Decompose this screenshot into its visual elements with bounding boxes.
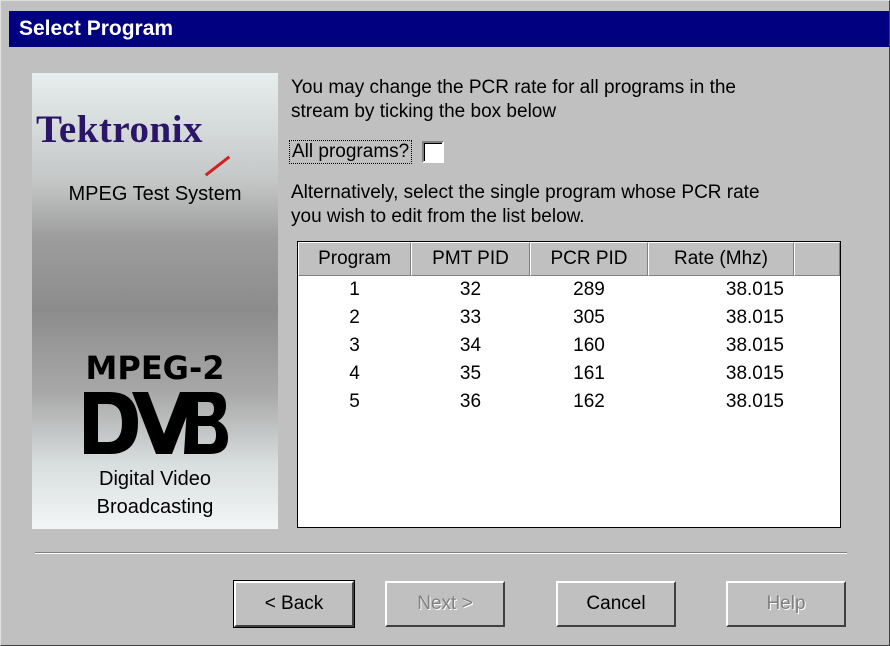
program-list[interactable]: Program PMT PID PCR PID Rate (Mhz) 1 32 … (297, 241, 841, 528)
next-button[interactable]: Next > (385, 581, 505, 627)
column-header-filler (794, 242, 840, 276)
alt-line1: Alternatively, select the single program… (291, 182, 760, 203)
cell-pcr-pid: 160 (573, 335, 605, 356)
help-button[interactable]: Help (726, 581, 846, 627)
back-button[interactable]: < Back (233, 580, 355, 628)
intro-line1: You may change the PCR rate for all prog… (291, 77, 736, 98)
list-header: Program PMT PID PCR PID Rate (Mhz) (298, 242, 840, 276)
cell-program: 2 (349, 307, 360, 328)
all-programs-label[interactable]: All programs? (289, 140, 413, 164)
cell-rate: 38.015 (725, 363, 784, 384)
column-header-program[interactable]: Program (298, 242, 411, 276)
table-row[interactable]: 4 35 161 38.015 (298, 360, 840, 388)
mpeg2-label: MPEG-2 (85, 349, 225, 387)
cell-pmt-pid: 35 (459, 363, 482, 384)
alternative-text: Alternatively, select the single program… (291, 181, 831, 229)
column-header-pmt-pid[interactable]: PMT PID (411, 242, 530, 276)
cancel-button[interactable]: Cancel (556, 581, 676, 627)
intro-text: You may change the PCR rate for all prog… (291, 76, 831, 124)
cell-rate: 38.015 (725, 307, 784, 328)
branding-panel: Tektronix MPEG Test System MPEG-2 Digita… (32, 73, 278, 529)
cell-program: 3 (349, 335, 360, 356)
cell-rate: 38.015 (725, 335, 784, 356)
all-programs-checkbox[interactable] (422, 141, 445, 163)
cell-program: 4 (349, 363, 360, 384)
dvb-caption-line1: Digital Video (99, 468, 211, 490)
logo-slash-icon (204, 155, 231, 177)
table-row[interactable]: 1 32 289 38.015 (298, 276, 840, 304)
dvb-caption-line2: Broadcasting (96, 496, 214, 518)
table-row[interactable]: 3 34 160 38.015 (298, 332, 840, 360)
cell-pcr-pid: 305 (573, 307, 605, 328)
tektronix-logo: Tektronix (36, 108, 204, 151)
column-header-rate[interactable]: Rate (Mhz) (648, 242, 794, 276)
table-row[interactable]: 2 33 305 38.015 (298, 304, 840, 332)
cell-pcr-pid: 161 (573, 363, 605, 384)
dialog-window: Select Program Tektronix MPEG Test Syste… (0, 0, 890, 646)
all-programs-control[interactable]: All programs? (289, 139, 445, 165)
cell-program: 5 (349, 391, 360, 412)
alt-line2: you wish to edit from the list below. (291, 206, 585, 227)
cell-pcr-pid: 289 (573, 279, 605, 300)
dvb-logo-icon (84, 392, 228, 454)
cell-pmt-pid: 36 (459, 391, 482, 412)
separator-line (35, 552, 847, 554)
cell-pmt-pid: 34 (459, 335, 482, 356)
cell-rate: 38.015 (725, 391, 784, 412)
cell-pmt-pid: 33 (459, 307, 482, 328)
column-header-pcr-pid[interactable]: PCR PID (530, 242, 648, 276)
product-subtitle: MPEG Test System (68, 183, 242, 205)
cell-rate: 38.015 (725, 279, 784, 300)
cell-pcr-pid: 162 (573, 391, 605, 412)
intro-line2: stream by ticking the box below (291, 101, 557, 122)
dialog-title: Select Program (9, 11, 889, 47)
cell-program: 1 (349, 279, 360, 300)
dvb-caption: Digital Video Broadcasting (32, 465, 278, 521)
cell-pmt-pid: 32 (459, 279, 482, 300)
table-row[interactable]: 5 36 162 38.015 (298, 388, 840, 416)
